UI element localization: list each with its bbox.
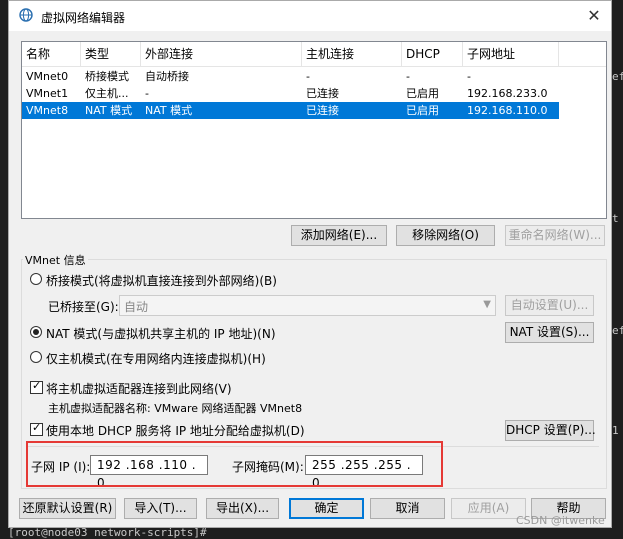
dhcp-settings-button[interactable]: DHCP 设置(P)...: [505, 420, 596, 441]
bridged-to-select[interactable]: 自动 ▼: [119, 295, 496, 316]
cell-subnet: 192.168.233.0: [467, 87, 548, 100]
column-header-external[interactable]: 外部连接: [141, 42, 302, 66]
nat-settings-button[interactable]: NAT 设置(S)...: [505, 322, 594, 343]
cell-type: 仅主机...: [85, 87, 129, 100]
ok-button[interactable]: 确定: [289, 498, 364, 519]
title-bar: 虚拟网络编辑器 ✕: [9, 1, 611, 31]
terminal-text-fragment: 1: [612, 424, 619, 437]
column-header-type[interactable]: 类型: [81, 42, 141, 66]
add-network-button[interactable]: 添加网络(E)...: [291, 225, 387, 246]
terminal-text-fragment: ef: [612, 324, 623, 337]
cell-name: VMnet8: [26, 104, 69, 117]
vmnet-info-label: VMnet 信息: [23, 252, 88, 268]
connect-adapter-checkbox[interactable]: ✓: [30, 379, 43, 394]
cell-host: -: [306, 70, 310, 83]
connect-adapter-label[interactable]: 将主机虚拟适配器连接到此网络(V): [46, 380, 232, 397]
network-list[interactable]: 名称 类型 外部连接 主机连接 DHCP 子网地址 VMnet0 桥接模式 自动…: [21, 41, 607, 219]
rename-network-button[interactable]: 重命名网络(W)...: [505, 225, 605, 246]
annotation-highlight-box: [26, 441, 443, 487]
cell-dhcp: 已启用: [406, 87, 439, 100]
column-header-subnet[interactable]: 子网地址: [463, 42, 559, 66]
cell-name: VMnet0: [26, 70, 69, 83]
nat-mode-radio[interactable]: [30, 326, 42, 338]
cell-type: NAT 模式: [85, 104, 133, 117]
cell-dhcp: 已启用: [406, 104, 439, 117]
cell-dhcp: -: [406, 70, 410, 83]
host-only-label[interactable]: 仅主机模式(在专用网络内连接虚拟机)(H): [46, 350, 266, 367]
bridged-mode-radio[interactable]: [30, 273, 42, 285]
cell-external: -: [145, 87, 149, 100]
nat-mode-label[interactable]: NAT 模式(与虚拟机共享主机的 IP 地址)(N): [46, 325, 276, 342]
export-button[interactable]: 导出(X)...: [206, 498, 279, 519]
watermark-text: CSDN @itwenke: [516, 514, 605, 527]
terminal-text-fragment: t: [612, 212, 619, 225]
close-icon: ✕: [587, 6, 601, 25]
cell-type: 桥接模式: [85, 70, 129, 83]
network-list-header: 名称 类型 外部连接 主机连接 DHCP 子网地址: [22, 42, 606, 67]
import-button[interactable]: 导入(T)...: [124, 498, 197, 519]
dhcp-checkbox[interactable]: ✓: [30, 421, 43, 436]
virtual-network-editor-window: 虚拟网络编辑器 ✕ 名称 类型 外部连接 主机连接 DHCP 子网地址 VMne…: [8, 0, 612, 528]
host-only-radio[interactable]: [30, 351, 42, 363]
chevron-down-icon: ▼: [483, 299, 491, 310]
column-header-name[interactable]: 名称: [22, 42, 81, 66]
checkmark-icon: ✓: [32, 379, 42, 392]
apply-button[interactable]: 应用(A): [451, 498, 526, 519]
cell-host: 已连接: [306, 87, 339, 100]
cell-name: VMnet1: [26, 87, 69, 100]
terminal-text-fragment: ef: [612, 70, 623, 83]
dhcp-label[interactable]: 使用本地 DHCP 服务将 IP 地址分配给虚拟机(D): [46, 422, 305, 439]
bridged-to-label: 已桥接至(G):: [48, 300, 119, 314]
checkmark-icon: ✓: [32, 421, 42, 434]
adapter-name-text: 主机虚拟适配器名称: VMware 网络适配器 VMnet8: [48, 402, 303, 415]
table-row[interactable]: VMnet1 仅主机... - 已连接 已启用 192.168.233.0: [22, 85, 559, 102]
close-button[interactable]: ✕: [577, 1, 611, 31]
cell-host: 已连接: [306, 104, 339, 117]
table-row[interactable]: VMnet0 桥接模式 自动桥接 - - -: [22, 68, 559, 85]
cancel-button[interactable]: 取消: [370, 498, 445, 519]
cell-external: 自动桥接: [145, 70, 189, 83]
auto-settings-button[interactable]: 自动设置(U)...: [505, 295, 594, 316]
remove-network-button[interactable]: 移除网络(O): [396, 225, 495, 246]
window-title: 虚拟网络编辑器: [41, 11, 126, 25]
column-header-dhcp[interactable]: DHCP: [402, 42, 463, 66]
restore-defaults-button[interactable]: 还原默认设置(R): [19, 498, 116, 519]
bridged-to-value: 自动: [124, 300, 149, 314]
bridged-mode-label[interactable]: 桥接模式(将虚拟机直接连接到外部网络)(B): [46, 272, 277, 289]
cell-subnet: 192.168.110.0: [467, 104, 548, 117]
network-globe-icon: [19, 8, 33, 22]
cell-subnet: -: [467, 70, 471, 83]
column-header-host[interactable]: 主机连接: [302, 42, 402, 66]
cell-external: NAT 模式: [145, 104, 193, 117]
table-row-selected[interactable]: VMnet8 NAT 模式 NAT 模式 已连接 已启用 192.168.110…: [22, 102, 559, 119]
